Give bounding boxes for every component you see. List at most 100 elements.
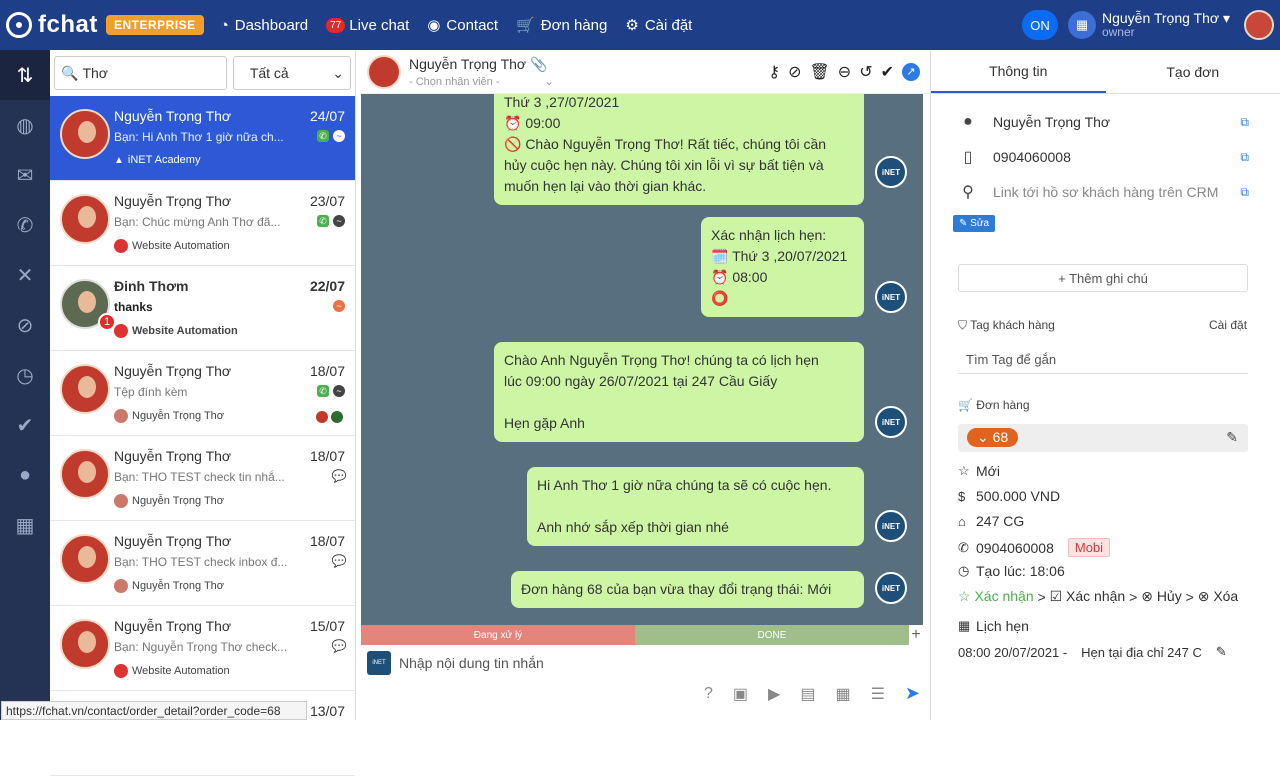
page-avatar: iNET bbox=[367, 651, 391, 675]
add-status-icon[interactable]: + bbox=[909, 625, 923, 645]
send-icon[interactable]: ➤ bbox=[905, 683, 920, 704]
conversation-preview: Bạn: Hi Anh Thơ 1 giờ nữa ch... bbox=[114, 130, 290, 144]
map-marker-icon: ⚲ bbox=[959, 182, 977, 202]
customer-phone[interactable]: 0904060008 bbox=[993, 149, 1071, 165]
conversation-item[interactable]: 1 Đinh Thơm22/07 thanks Website Automati… bbox=[50, 266, 355, 351]
customer-name-row: ● Nguyễn Trọng Thơ ⧉ bbox=[959, 113, 1249, 131]
history-icon[interactable]: ↺ bbox=[859, 62, 872, 82]
conversation-preview: Bạn: Nguyễn Trọng Thơ check... bbox=[114, 640, 290, 654]
minus-circle-icon[interactable]: ⊖ bbox=[838, 62, 851, 82]
browser-status-url: https://fchat.vn/contact/order_detail?or… bbox=[1, 701, 307, 720]
tag-settings-link[interactable]: Cài đặt bbox=[1209, 318, 1247, 332]
message-line: Hẹn gặp Anh bbox=[504, 413, 854, 434]
filter-select[interactable]: Tất cả⌄ bbox=[233, 56, 351, 90]
clock-icon: ◷ bbox=[958, 563, 972, 579]
copy-icon[interactable]: ⧉ bbox=[1240, 185, 1249, 200]
list-icon[interactable]: ☰ bbox=[871, 684, 885, 704]
copy-icon[interactable]: ⧉ bbox=[1240, 150, 1249, 165]
message-list: Thứ 3 ,27/07/2021 ⏰ 09:00 🚫 Chào Nguyễn … bbox=[361, 94, 923, 675]
conversation-preview: Bạn: THO TEST check inbox đ... bbox=[114, 555, 290, 569]
nav-settings[interactable]: ⚙Cài đặt bbox=[625, 16, 692, 34]
play-icon[interactable]: ▶ bbox=[768, 684, 780, 704]
conversation-item[interactable]: Nguyễn Trọng Thơ15/07 Bạn: Nguyễn Trọng … bbox=[50, 606, 355, 691]
bot-avatar: iNET bbox=[875, 572, 907, 604]
nav-contact[interactable]: ◉Contact bbox=[427, 16, 498, 34]
conversation-name: Đinh Thơm bbox=[114, 278, 189, 294]
check-icon[interactable]: ✔ bbox=[881, 62, 894, 82]
online-toggle[interactable]: ON bbox=[1022, 10, 1058, 40]
search-input[interactable]: 🔍Thơ bbox=[54, 56, 227, 90]
nav-livechat[interactable]: 77Live chat bbox=[326, 17, 409, 34]
edit-appointment-icon[interactable]: ✎ bbox=[1216, 644, 1227, 660]
conversation-item[interactable]: Nguyễn Trọng Thơ18/07 Bạn: THO TEST chec… bbox=[50, 521, 355, 606]
tag-search-input[interactable]: Tìm Tag để gắn bbox=[958, 346, 1248, 374]
order-status-text: Mới bbox=[976, 463, 1000, 479]
message-input[interactable]: Nhập nội dung tin nhắn bbox=[399, 655, 544, 671]
excel-icon[interactable]: ✕ bbox=[0, 250, 50, 300]
assignee-select[interactable]: - Chọn nhân viên - ⌄ bbox=[409, 75, 554, 88]
store-icon[interactable]: ▦ bbox=[1068, 11, 1096, 39]
chevron-down-icon: ⌄ bbox=[545, 76, 554, 88]
phone-icon: ✆ bbox=[958, 540, 972, 556]
customer-phone-row: ▯ 0904060008 ⧉ bbox=[959, 147, 1249, 167]
table-icon[interactable]: ▦ bbox=[835, 684, 850, 704]
conversation-item[interactable]: Nguyễn Trọng Thơ23/07 Bạn: Chúc mừng Anh… bbox=[50, 181, 355, 266]
appointment-label: ▦Lịch hẹn bbox=[958, 618, 1029, 634]
nav-dashboard[interactable]: ◔Dashboard bbox=[220, 17, 308, 34]
trash-icon[interactable]: 🗑 bbox=[809, 62, 829, 82]
user-icon[interactable]: ● bbox=[0, 450, 50, 500]
nav-livechat-label: Live chat bbox=[349, 17, 409, 34]
order-number-pill[interactable]: ⌄ 68 bbox=[967, 428, 1018, 447]
phone-icon[interactable]: ✆ bbox=[0, 200, 50, 250]
tab-create-order[interactable]: Tạo đơn bbox=[1106, 50, 1280, 93]
inet-icon: ▲ bbox=[114, 155, 124, 166]
paperclip-icon[interactable]: 📎 bbox=[530, 56, 547, 72]
image-icon[interactable]: ▣ bbox=[733, 684, 748, 704]
copy-icon[interactable]: ⧉ bbox=[1240, 115, 1249, 130]
status-done[interactable]: DONE bbox=[635, 625, 909, 645]
user-menu[interactable]: Nguyễn Trọng Thơ ▾ owner bbox=[1102, 11, 1230, 39]
help-icon[interactable]: ? bbox=[704, 685, 713, 703]
order-created-text: Tạo lúc: 18:06 bbox=[976, 563, 1065, 579]
edit-button[interactable]: ✎ Sửa bbox=[953, 215, 995, 232]
conversation-item[interactable]: Nguyễn Trọng Thơ18/07 Bạn: THO TEST chec… bbox=[50, 436, 355, 521]
sort-az-icon[interactable]: ⇅ bbox=[0, 50, 50, 100]
avatar bbox=[60, 194, 110, 244]
key-icon[interactable]: ⚷ bbox=[768, 62, 780, 82]
order-header[interactable]: ⌄ 68 ✎ bbox=[958, 424, 1248, 452]
customer-name[interactable]: Nguyễn Trọng Thơ bbox=[993, 114, 1110, 130]
gear-icon: ⚙ bbox=[625, 16, 638, 34]
calendar-icon[interactable]: ▦ bbox=[0, 500, 50, 550]
label-dot-green bbox=[331, 411, 343, 423]
check-icon[interactable]: ✔ bbox=[0, 400, 50, 450]
conversation-name: Nguyễn Trọng Thơ bbox=[114, 618, 231, 634]
user-avatar[interactable] bbox=[1244, 10, 1274, 40]
step-confirm[interactable]: ☑ Xác nhận bbox=[1050, 588, 1126, 605]
conversation-date: 22/07 bbox=[310, 278, 345, 294]
crm-link[interactable]: Link tới hồ sơ khách hàng trên CRM bbox=[993, 184, 1218, 200]
status-processing[interactable]: Đang xử lý bbox=[361, 625, 635, 645]
comments-icon[interactable]: ✉ bbox=[0, 150, 50, 200]
share-icon[interactable]: ↗ bbox=[902, 63, 920, 81]
conversation-source: Nguyễn Trọng Thơ bbox=[132, 495, 224, 507]
chevron-down-icon: ⌄ bbox=[332, 65, 344, 82]
comments-icon: 💬 bbox=[333, 640, 345, 652]
eye-slash-icon[interactable]: ⊘ bbox=[0, 300, 50, 350]
message-line: muốn hẹn lại vào thời gian khác. bbox=[504, 176, 854, 197]
eye-slash-icon[interactable]: ⊘ bbox=[788, 62, 801, 82]
tab-info[interactable]: Thông tin bbox=[931, 50, 1106, 93]
message-line: Thứ 3 ,27/07/2021 bbox=[504, 94, 854, 113]
add-note-button[interactable]: + Thêm ghi chú bbox=[958, 264, 1248, 292]
step-cancel[interactable]: ⊗ Hủy bbox=[1141, 588, 1182, 605]
conversation-item[interactable]: Nguyễn Trọng Thơ18/07 Tệp đính kèm Nguyễ… bbox=[50, 351, 355, 436]
logo[interactable]: fchat bbox=[6, 11, 98, 39]
edit-order-icon[interactable]: ✎ bbox=[1226, 429, 1238, 446]
step-confirm-pending[interactable]: ☆ Xác nhận bbox=[958, 588, 1034, 605]
nav-orders[interactable]: 🛒Đơn hàng bbox=[516, 16, 607, 34]
messenger-icon[interactable]: ◍ bbox=[0, 100, 50, 150]
clock-icon[interactable]: ◷ bbox=[0, 350, 50, 400]
conversation-item[interactable]: Nguyễn Trọng Thơ24/07 Bạn: Hi Anh Thơ 1 … bbox=[50, 96, 355, 181]
step-delete[interactable]: ⊗ Xóa bbox=[1198, 588, 1239, 605]
label-dot-red bbox=[316, 411, 328, 423]
template-icon[interactable]: ▤ bbox=[800, 684, 815, 704]
